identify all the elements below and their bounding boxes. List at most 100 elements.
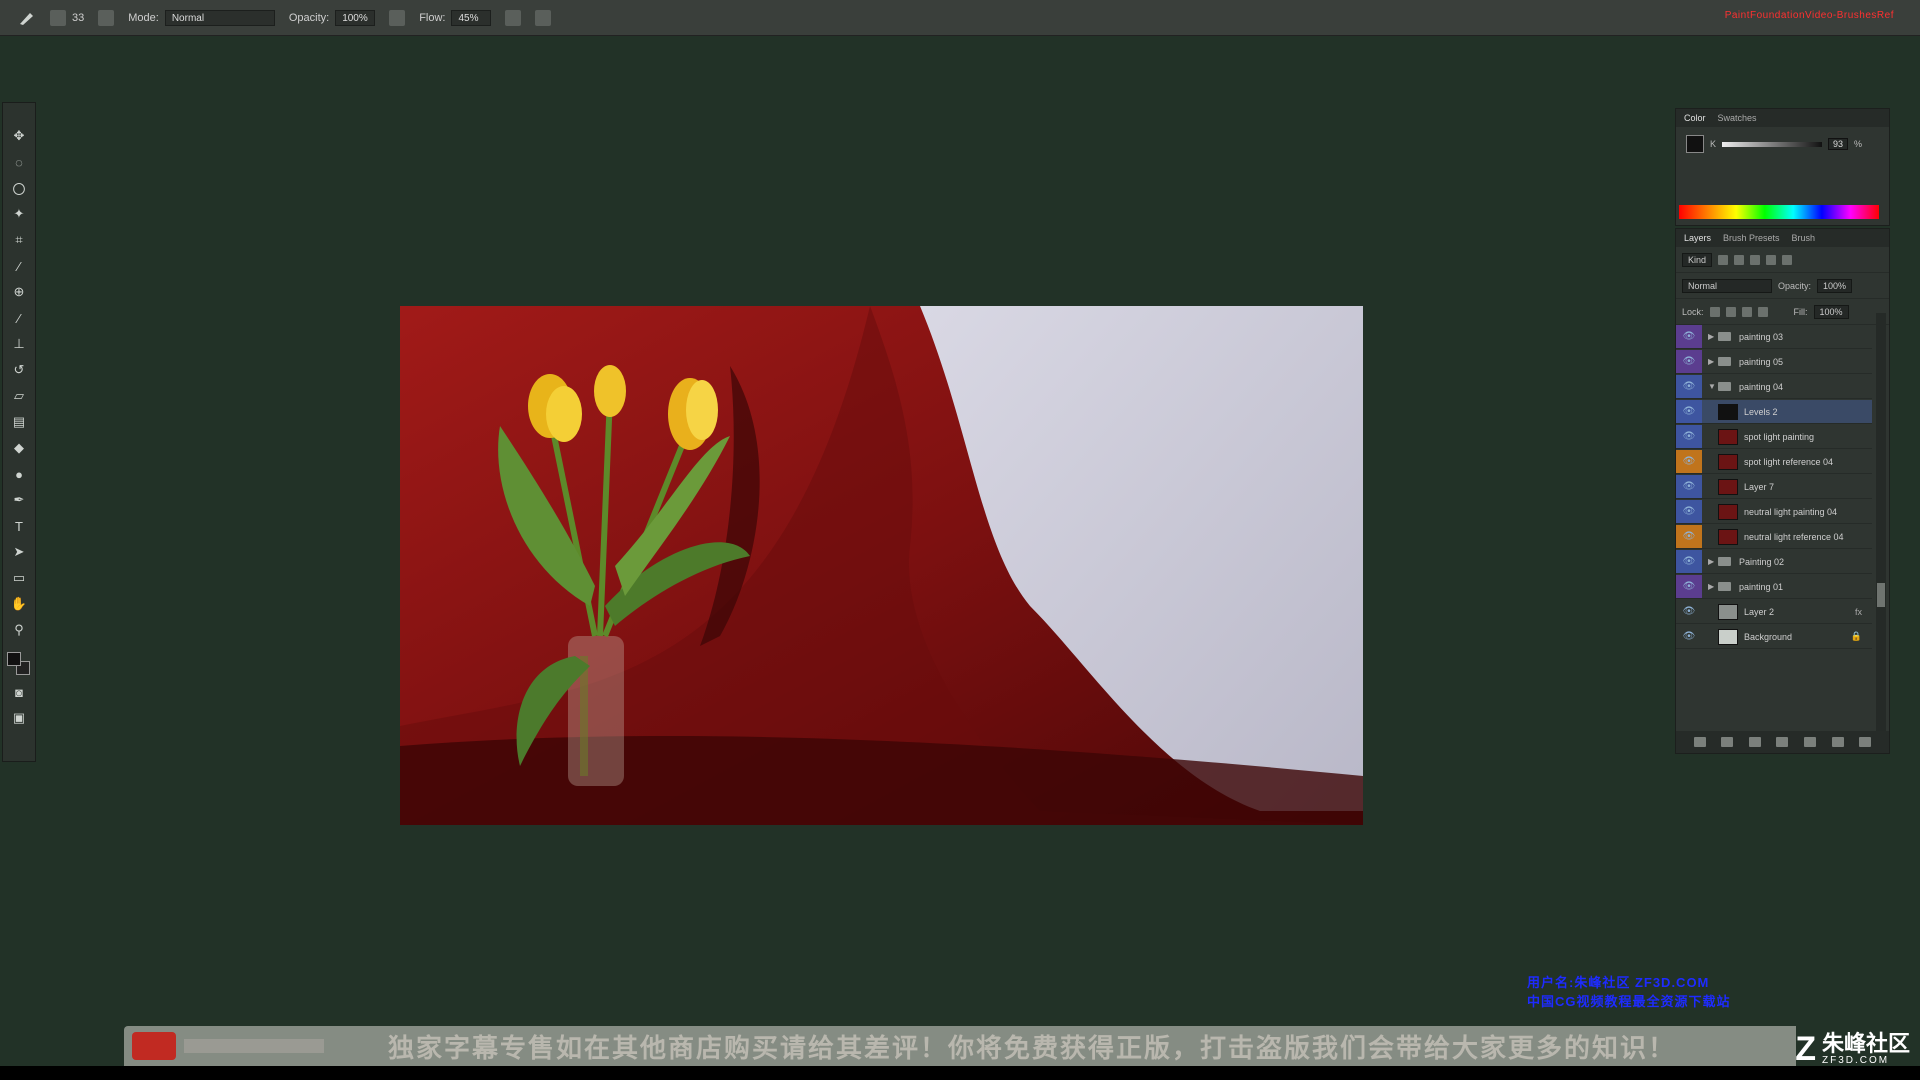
visibility-eye-icon[interactable]: 👁 bbox=[1676, 425, 1702, 448]
delete-layer-icon[interactable] bbox=[1859, 737, 1872, 747]
brush-tool-icon[interactable] bbox=[18, 10, 36, 26]
layer-style-icon[interactable] bbox=[1721, 737, 1734, 747]
blur-tool-icon[interactable]: ◆ bbox=[8, 437, 30, 459]
eyedropper-tool-icon[interactable]: ⁄ bbox=[8, 255, 30, 277]
chevron-right-icon[interactable]: ▶ bbox=[1708, 332, 1718, 341]
move-tool-icon[interactable]: ✥ bbox=[8, 125, 30, 147]
layer-row[interactable]: 👁 neutral light reference 04 bbox=[1676, 525, 1872, 549]
visibility-eye-icon[interactable]: 👁 bbox=[1676, 450, 1702, 473]
visibility-eye-icon[interactable]: 👁 bbox=[1676, 500, 1702, 523]
tab-brush[interactable]: Brush bbox=[1792, 233, 1816, 243]
chevron-right-icon[interactable]: ▶ bbox=[1708, 557, 1718, 566]
tab-brush-presets[interactable]: Brush Presets bbox=[1723, 233, 1780, 243]
shape-tool-icon[interactable]: ▭ bbox=[8, 567, 30, 589]
layer-row[interactable]: 👁 Layer 7 bbox=[1676, 475, 1872, 499]
layer-row[interactable]: 👁 Levels 2 bbox=[1676, 400, 1872, 424]
layer-row[interactable]: 👁 spot light reference 04 bbox=[1676, 450, 1872, 474]
brush-panel-toggle[interactable] bbox=[98, 9, 115, 26]
layer-row[interactable]: 👁 Background 🔒 bbox=[1676, 625, 1872, 649]
layers-scroll-thumb[interactable] bbox=[1877, 583, 1885, 607]
shape-filter-icon[interactable] bbox=[1766, 254, 1777, 265]
k-slider[interactable] bbox=[1722, 141, 1823, 147]
new-layer-icon[interactable] bbox=[1831, 737, 1844, 747]
layer-row[interactable]: 👁 ▶ painting 01 bbox=[1676, 575, 1872, 599]
k-value-field[interactable]: 93 bbox=[1828, 138, 1849, 150]
tab-color[interactable]: Color bbox=[1684, 113, 1706, 123]
eraser-tool-icon[interactable]: ▱ bbox=[8, 385, 30, 407]
adjustment-filter-icon[interactable] bbox=[1734, 254, 1745, 265]
pen-tool-icon[interactable]: ✒ bbox=[8, 489, 30, 511]
crop-tool-icon[interactable]: ⌗ bbox=[8, 229, 30, 251]
layer-row[interactable]: 👁 Layer 2 fx bbox=[1676, 600, 1872, 624]
layer-row[interactable]: 👁 ▶ painting 03 bbox=[1676, 325, 1872, 349]
pressure-size-toggle[interactable] bbox=[535, 9, 552, 26]
color-swatches[interactable] bbox=[6, 651, 32, 677]
folder-icon bbox=[1718, 582, 1731, 591]
visibility-eye-icon[interactable]: 👁 bbox=[1676, 325, 1702, 348]
layer-name: Levels 2 bbox=[1744, 406, 1778, 417]
layer-fx-badge[interactable]: fx bbox=[1855, 607, 1862, 617]
layer-mask-icon[interactable] bbox=[1748, 737, 1761, 747]
visibility-eye-icon[interactable]: 👁 bbox=[1676, 350, 1702, 373]
layer-row[interactable]: 👁 ▶ Painting 02 bbox=[1676, 550, 1872, 574]
visibility-eye-icon[interactable]: 👁 bbox=[1676, 625, 1702, 648]
chevron-right-icon[interactable]: ▶ bbox=[1708, 582, 1718, 591]
history-brush-tool-icon[interactable]: ↺ bbox=[8, 359, 30, 381]
lock-image-icon[interactable] bbox=[1725, 306, 1736, 317]
chevron-down-icon[interactable]: ▼ bbox=[1708, 382, 1718, 391]
lock-position-icon[interactable] bbox=[1741, 306, 1752, 317]
dodge-tool-icon[interactable]: ● bbox=[8, 463, 30, 485]
marquee-tool-icon[interactable]: ◌ bbox=[8, 151, 30, 173]
visibility-eye-icon[interactable]: 👁 bbox=[1676, 375, 1702, 398]
brush-preset-picker[interactable]: 33 bbox=[50, 9, 84, 26]
type-filter-icon[interactable] bbox=[1750, 254, 1761, 265]
lock-label: Lock: bbox=[1682, 306, 1704, 317]
chevron-right-icon[interactable]: ▶ bbox=[1708, 357, 1718, 366]
link-layers-icon[interactable] bbox=[1693, 737, 1706, 747]
lock-all-icon[interactable] bbox=[1757, 306, 1768, 317]
spot-healing-tool-icon[interactable]: ⊕ bbox=[8, 281, 30, 303]
pressure-opacity-toggle[interactable] bbox=[389, 9, 406, 26]
visibility-eye-icon[interactable]: 👁 bbox=[1676, 525, 1702, 548]
foreground-color-swatch[interactable] bbox=[7, 652, 21, 666]
layer-row[interactable]: 👁 neutral light painting 04 bbox=[1676, 500, 1872, 524]
smart-object-filter-icon[interactable] bbox=[1782, 254, 1793, 265]
blend-mode-select[interactable]: Normal bbox=[1682, 278, 1772, 293]
tab-layers[interactable]: Layers bbox=[1684, 233, 1711, 243]
visibility-eye-icon[interactable]: 👁 bbox=[1676, 475, 1702, 498]
document-canvas[interactable] bbox=[400, 306, 1363, 825]
foreground-color-chip[interactable] bbox=[1686, 135, 1704, 153]
visibility-eye-icon[interactable]: 👁 bbox=[1676, 600, 1702, 623]
zoom-tool-icon[interactable]: ⚲ bbox=[8, 619, 30, 641]
fill-field[interactable]: 100% bbox=[1813, 304, 1849, 319]
lasso-tool-icon[interactable]: 〇 bbox=[8, 177, 30, 199]
airbrush-toggle[interactable] bbox=[505, 9, 522, 26]
layer-row[interactable]: 👁 spot light painting bbox=[1676, 425, 1872, 449]
layer-row[interactable]: 👁 ▶ painting 05 bbox=[1676, 350, 1872, 374]
opacity-field[interactable]: 100% bbox=[335, 9, 376, 26]
visibility-eye-icon[interactable]: 👁 bbox=[1676, 575, 1702, 598]
hand-tool-icon[interactable]: ✋ bbox=[8, 593, 30, 615]
kind-filter-select[interactable]: Kind bbox=[1682, 252, 1713, 267]
mode-select[interactable]: Normal bbox=[164, 9, 275, 26]
color-spectrum[interactable] bbox=[1679, 205, 1879, 219]
flow-field[interactable]: 45% bbox=[451, 9, 492, 26]
magic-wand-tool-icon[interactable]: ✦ bbox=[8, 203, 30, 225]
layer-opacity-field[interactable]: 100% bbox=[1817, 278, 1853, 293]
new-group-icon[interactable] bbox=[1804, 737, 1817, 747]
screen-mode-icon[interactable]: ▣ bbox=[8, 707, 30, 729]
layer-row[interactable]: 👁 ▼ painting 04 bbox=[1676, 375, 1872, 399]
adjustment-layer-icon[interactable] bbox=[1776, 737, 1789, 747]
path-selection-tool-icon[interactable]: ➤ bbox=[8, 541, 30, 563]
tab-swatches[interactable]: Swatches bbox=[1718, 113, 1757, 123]
type-tool-icon[interactable]: T bbox=[8, 515, 30, 537]
layers-scrollbar[interactable] bbox=[1876, 313, 1886, 733]
quick-mask-icon[interactable]: ◙ bbox=[8, 681, 30, 703]
visibility-eye-icon[interactable]: 👁 bbox=[1676, 400, 1702, 423]
gradient-tool-icon[interactable]: ▤ bbox=[8, 411, 30, 433]
clone-stamp-tool-icon[interactable]: ⊥ bbox=[8, 333, 30, 355]
pixel-filter-icon[interactable] bbox=[1718, 254, 1729, 265]
brush-tool-icon[interactable]: ∕ bbox=[8, 307, 30, 329]
lock-transparent-icon[interactable] bbox=[1709, 306, 1720, 317]
visibility-eye-icon[interactable]: 👁 bbox=[1676, 550, 1702, 573]
